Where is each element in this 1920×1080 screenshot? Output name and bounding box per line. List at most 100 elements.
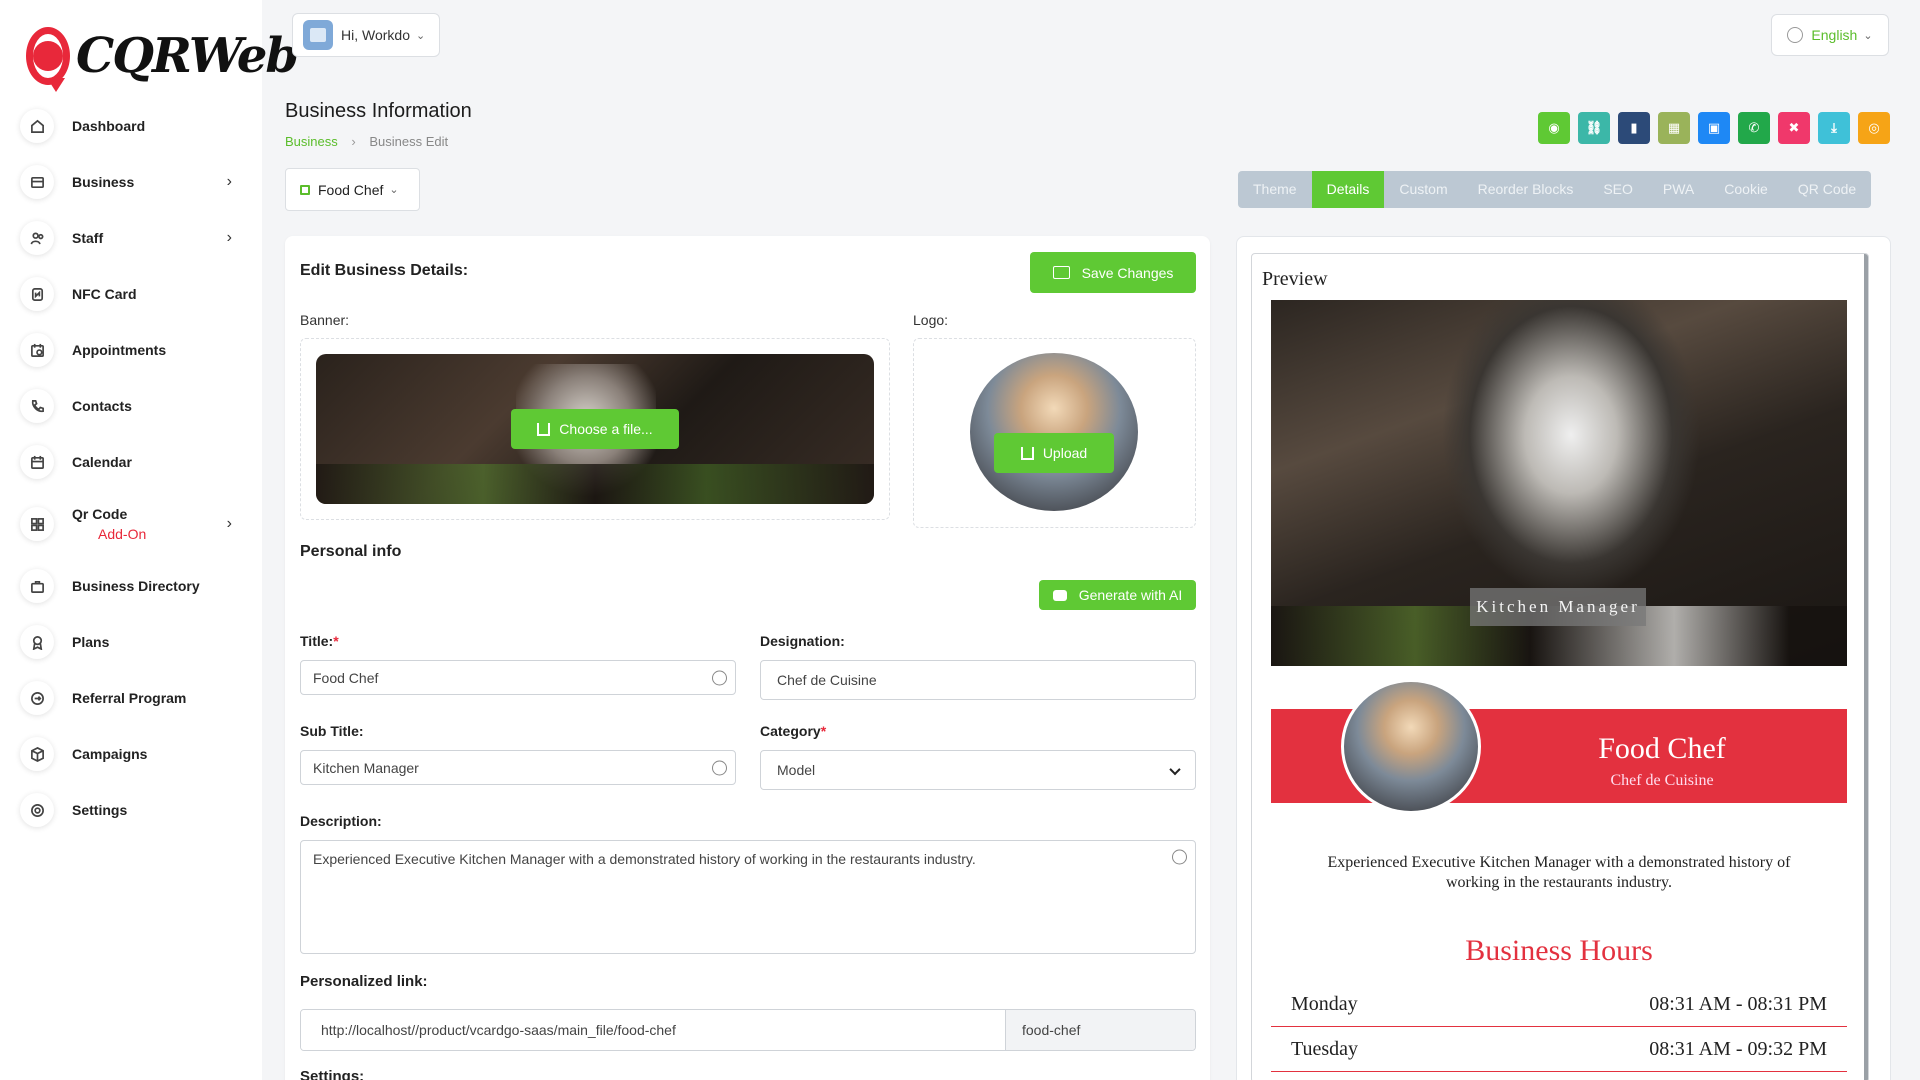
calendar-icon: ▦: [1667, 120, 1681, 135]
qr-icon: [20, 507, 54, 541]
qr-action-button[interactable]: ▣: [1698, 112, 1730, 144]
chart-action-button[interactable]: ▮: [1618, 112, 1650, 144]
designation-value: Chef de Cuisine: [777, 672, 877, 688]
breadcrumb-business-link[interactable]: Business: [285, 134, 338, 149]
sidebar-item-business-directory[interactable]: Business Directory: [20, 558, 242, 614]
page-title: Business Information: [285, 100, 472, 122]
sidebar-item-plans[interactable]: Plans: [20, 614, 242, 670]
user-greeting: Hi, Workdo: [341, 27, 410, 43]
breadcrumb-current: Business Edit: [369, 134, 449, 149]
upload-icon: [537, 422, 551, 436]
upload-icon: [1020, 446, 1034, 460]
designation-field[interactable]: Chef de Cuisine: [760, 660, 1196, 700]
eye-action-button[interactable]: ◎: [1858, 112, 1890, 144]
personalized-link-group: http://localhost//product/vcardgo-saas/m…: [300, 1009, 1196, 1051]
required-mark: *: [820, 723, 827, 739]
tab-seo[interactable]: SEO: [1588, 171, 1648, 208]
sidebar-item-business[interactable]: Business ›: [20, 154, 242, 210]
logo-label: Logo:: [913, 312, 949, 328]
tab-theme[interactable]: Theme: [1238, 171, 1312, 208]
business-hours-title: Business Hours: [1465, 934, 1653, 967]
logo-text: CQRWeb: [76, 28, 299, 84]
breadcrumb: Business › Business Edit: [285, 134, 448, 149]
globe-pin-icon: [26, 27, 70, 92]
description-label: Description:: [300, 813, 382, 829]
save-changes-button[interactable]: Save Changes: [1030, 252, 1196, 293]
download-icon: ⤓: [1831, 120, 1837, 135]
brand-logo[interactable]: CQRWeb: [26, 20, 299, 92]
preview-card: Preview Kitchen Manager Food Chef Chef d…: [1236, 236, 1891, 1080]
title-label: Title:*: [300, 633, 339, 649]
preview-frame[interactable]: Preview Kitchen Manager Food Chef Chef d…: [1251, 253, 1869, 1080]
sidebar-nav: Dashboard Business › Staff › NFC Card Ap…: [20, 98, 242, 838]
sidebar-item-calendar[interactable]: Calendar: [20, 434, 242, 490]
emoji-icon[interactable]: [712, 760, 727, 775]
download-action-button[interactable]: ⤓: [1818, 112, 1850, 144]
sidebar-item-label: Contacts: [72, 398, 132, 414]
subtitle-label: Sub Title:: [300, 723, 364, 739]
link-action-button[interactable]: ⛓: [1578, 112, 1610, 144]
description-field[interactable]: Experienced Executive Kitchen Manager wi…: [300, 840, 1196, 954]
sidebar-item-appointments[interactable]: Appointments: [20, 322, 242, 378]
logo-dropzone[interactable]: Upload: [913, 338, 1196, 528]
tab-qr-code[interactable]: QR Code: [1783, 171, 1871, 208]
referral-icon: [20, 681, 54, 715]
title-field[interactable]: Food Chef: [300, 660, 736, 695]
emoji-icon[interactable]: [1172, 849, 1187, 865]
generate-with-ai-button[interactable]: Generate with AI: [1039, 580, 1196, 610]
phone-action-button[interactable]: ✆: [1738, 112, 1770, 144]
preview-title: Preview: [1262, 268, 1328, 290]
chevron-right-icon: ›: [226, 173, 232, 190]
phone-icon: [20, 389, 54, 423]
eye-icon: ◎: [1868, 120, 1880, 135]
user-menu[interactable]: Hi, Workdo ⌄: [292, 13, 440, 57]
whatsapp-icon: ◉: [1548, 120, 1560, 135]
personalized-link-slug[interactable]: food-chef: [1005, 1010, 1195, 1050]
card-icon: [20, 165, 54, 199]
nfc-icon: [20, 277, 54, 311]
tab-cookie[interactable]: Cookie: [1709, 171, 1783, 208]
robot-icon: [1052, 589, 1067, 601]
category-label-text: Category: [760, 723, 821, 739]
tab-pwa[interactable]: PWA: [1648, 171, 1709, 208]
tab-custom[interactable]: Custom: [1384, 171, 1462, 208]
upload-logo-label: Upload: [1042, 445, 1088, 461]
personalized-link-field[interactable]: http://localhost//product/vcardgo-saas/m…: [301, 1010, 1005, 1050]
calendar-check-icon: [20, 333, 54, 367]
sidebar-item-referral-program[interactable]: Referral Program: [20, 670, 242, 726]
language-selector[interactable]: English ⌄: [1771, 14, 1889, 56]
trash-action-button[interactable]: ✖: [1778, 112, 1810, 144]
preview-scrollbar[interactable]: [1864, 254, 1868, 1080]
sidebar-item-label: Dashboard: [72, 118, 146, 134]
chevron-down-icon: [1169, 763, 1181, 776]
sidebar-item-dashboard[interactable]: Dashboard: [20, 98, 242, 154]
action-toolbar: ◉ ⛓ ▮ ▦ ▣ ✆ ✖ ⤓ ◎: [1538, 112, 1890, 144]
upload-logo-button[interactable]: Upload: [994, 433, 1114, 473]
sidebar-item-settings[interactable]: Settings: [20, 782, 242, 838]
sidebar-item-qr-code[interactable]: Qr Code Add-On ›: [20, 490, 242, 558]
sidebar-item-campaigns[interactable]: Campaigns: [20, 726, 242, 782]
tab-reorder-blocks[interactable]: Reorder Blocks: [1463, 171, 1589, 208]
whatsapp-action-button[interactable]: ◉: [1538, 112, 1570, 144]
banner-dropzone[interactable]: Choose a file...: [300, 338, 890, 520]
category-select[interactable]: Model: [760, 750, 1196, 790]
business-switcher[interactable]: Food Chef ⌄: [285, 168, 420, 211]
subtitle-value: Kitchen Manager: [313, 759, 419, 776]
sidebar-item-label: Plans: [72, 634, 110, 650]
hours-time: 08:31 AM - 08:31 PM: [1649, 992, 1827, 1015]
calendar-action-button[interactable]: ▦: [1658, 112, 1690, 144]
save-changes-label: Save Changes: [1081, 264, 1174, 281]
hours-row: Monday 08:31 AM - 08:31 PM: [1271, 982, 1847, 1027]
edit-business-card: Edit Business Details: Save Changes Bann…: [285, 236, 1210, 1080]
emoji-icon[interactable]: [712, 670, 727, 685]
choose-file-button[interactable]: Choose a file...: [511, 409, 679, 449]
subtitle-field[interactable]: Kitchen Manager: [300, 750, 736, 785]
sidebar-item-contacts[interactable]: Contacts: [20, 378, 242, 434]
category-label: Category*: [760, 723, 826, 739]
sidebar-item-staff[interactable]: Staff ›: [20, 210, 242, 266]
sidebar-item-nfc-card[interactable]: NFC Card: [20, 266, 242, 322]
sidebar-item-label: Referral Program: [72, 690, 187, 706]
logo-image: [970, 353, 1138, 511]
sidebar-item-label: Calendar: [72, 454, 132, 470]
tab-details[interactable]: Details: [1311, 171, 1385, 208]
